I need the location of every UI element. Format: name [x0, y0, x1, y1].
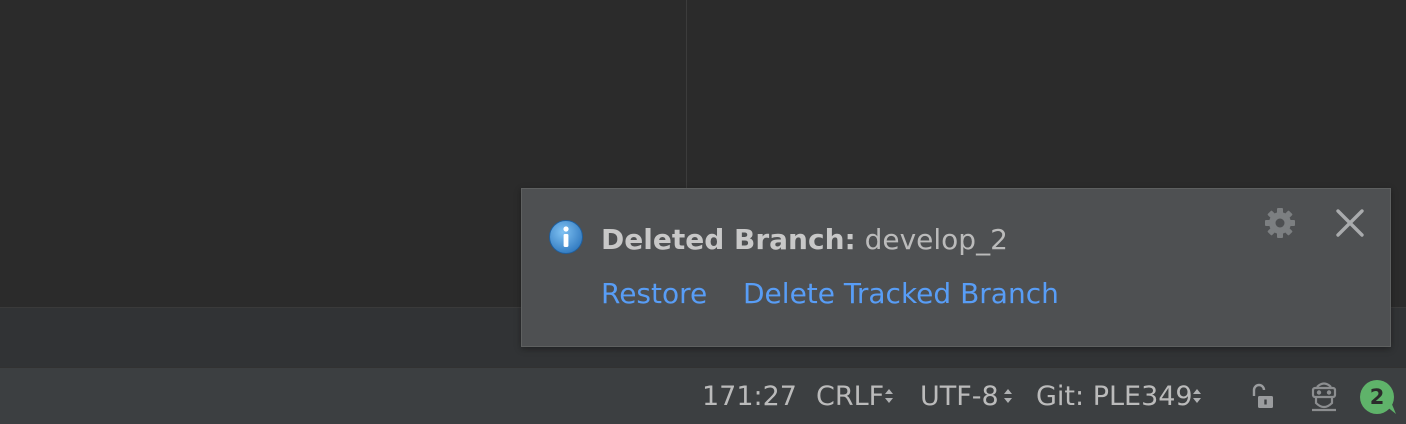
git-branch-widget[interactable]: Git: PLE349 — [1036, 382, 1193, 412]
updown-arrow-icon — [1193, 389, 1201, 403]
updown-arrow-icon — [885, 389, 893, 403]
lock-open-icon[interactable] — [1250, 383, 1276, 411]
info-icon — [549, 220, 583, 254]
line-separator-widget[interactable]: CRLF — [816, 382, 884, 412]
delete-tracked-branch-link[interactable]: Delete Tracked Branch — [743, 277, 1059, 311]
inspector-icon[interactable] — [1308, 379, 1340, 415]
updown-arrow-icon — [1004, 389, 1012, 403]
notification-title: Deleted Branch: develop_2 — [601, 222, 1008, 258]
close-icon[interactable] — [1334, 207, 1366, 239]
caret-position[interactable]: 171:27 — [702, 382, 797, 412]
notification-balloon: Deleted Branch: develop_2 Restore Delete… — [521, 188, 1391, 347]
notification-title-label: Deleted Branch: — [601, 223, 856, 256]
gear-icon[interactable] — [1264, 207, 1296, 239]
status-bar: 171:27 CRLF UTF-8 Git: PLE349 2 — [0, 367, 1406, 424]
encoding-widget[interactable]: UTF-8 — [920, 382, 999, 412]
restore-link[interactable]: Restore — [601, 277, 707, 311]
notification-count-badge: 2 — [1369, 385, 1385, 409]
notification-branch-name: develop_2 — [855, 223, 1008, 256]
